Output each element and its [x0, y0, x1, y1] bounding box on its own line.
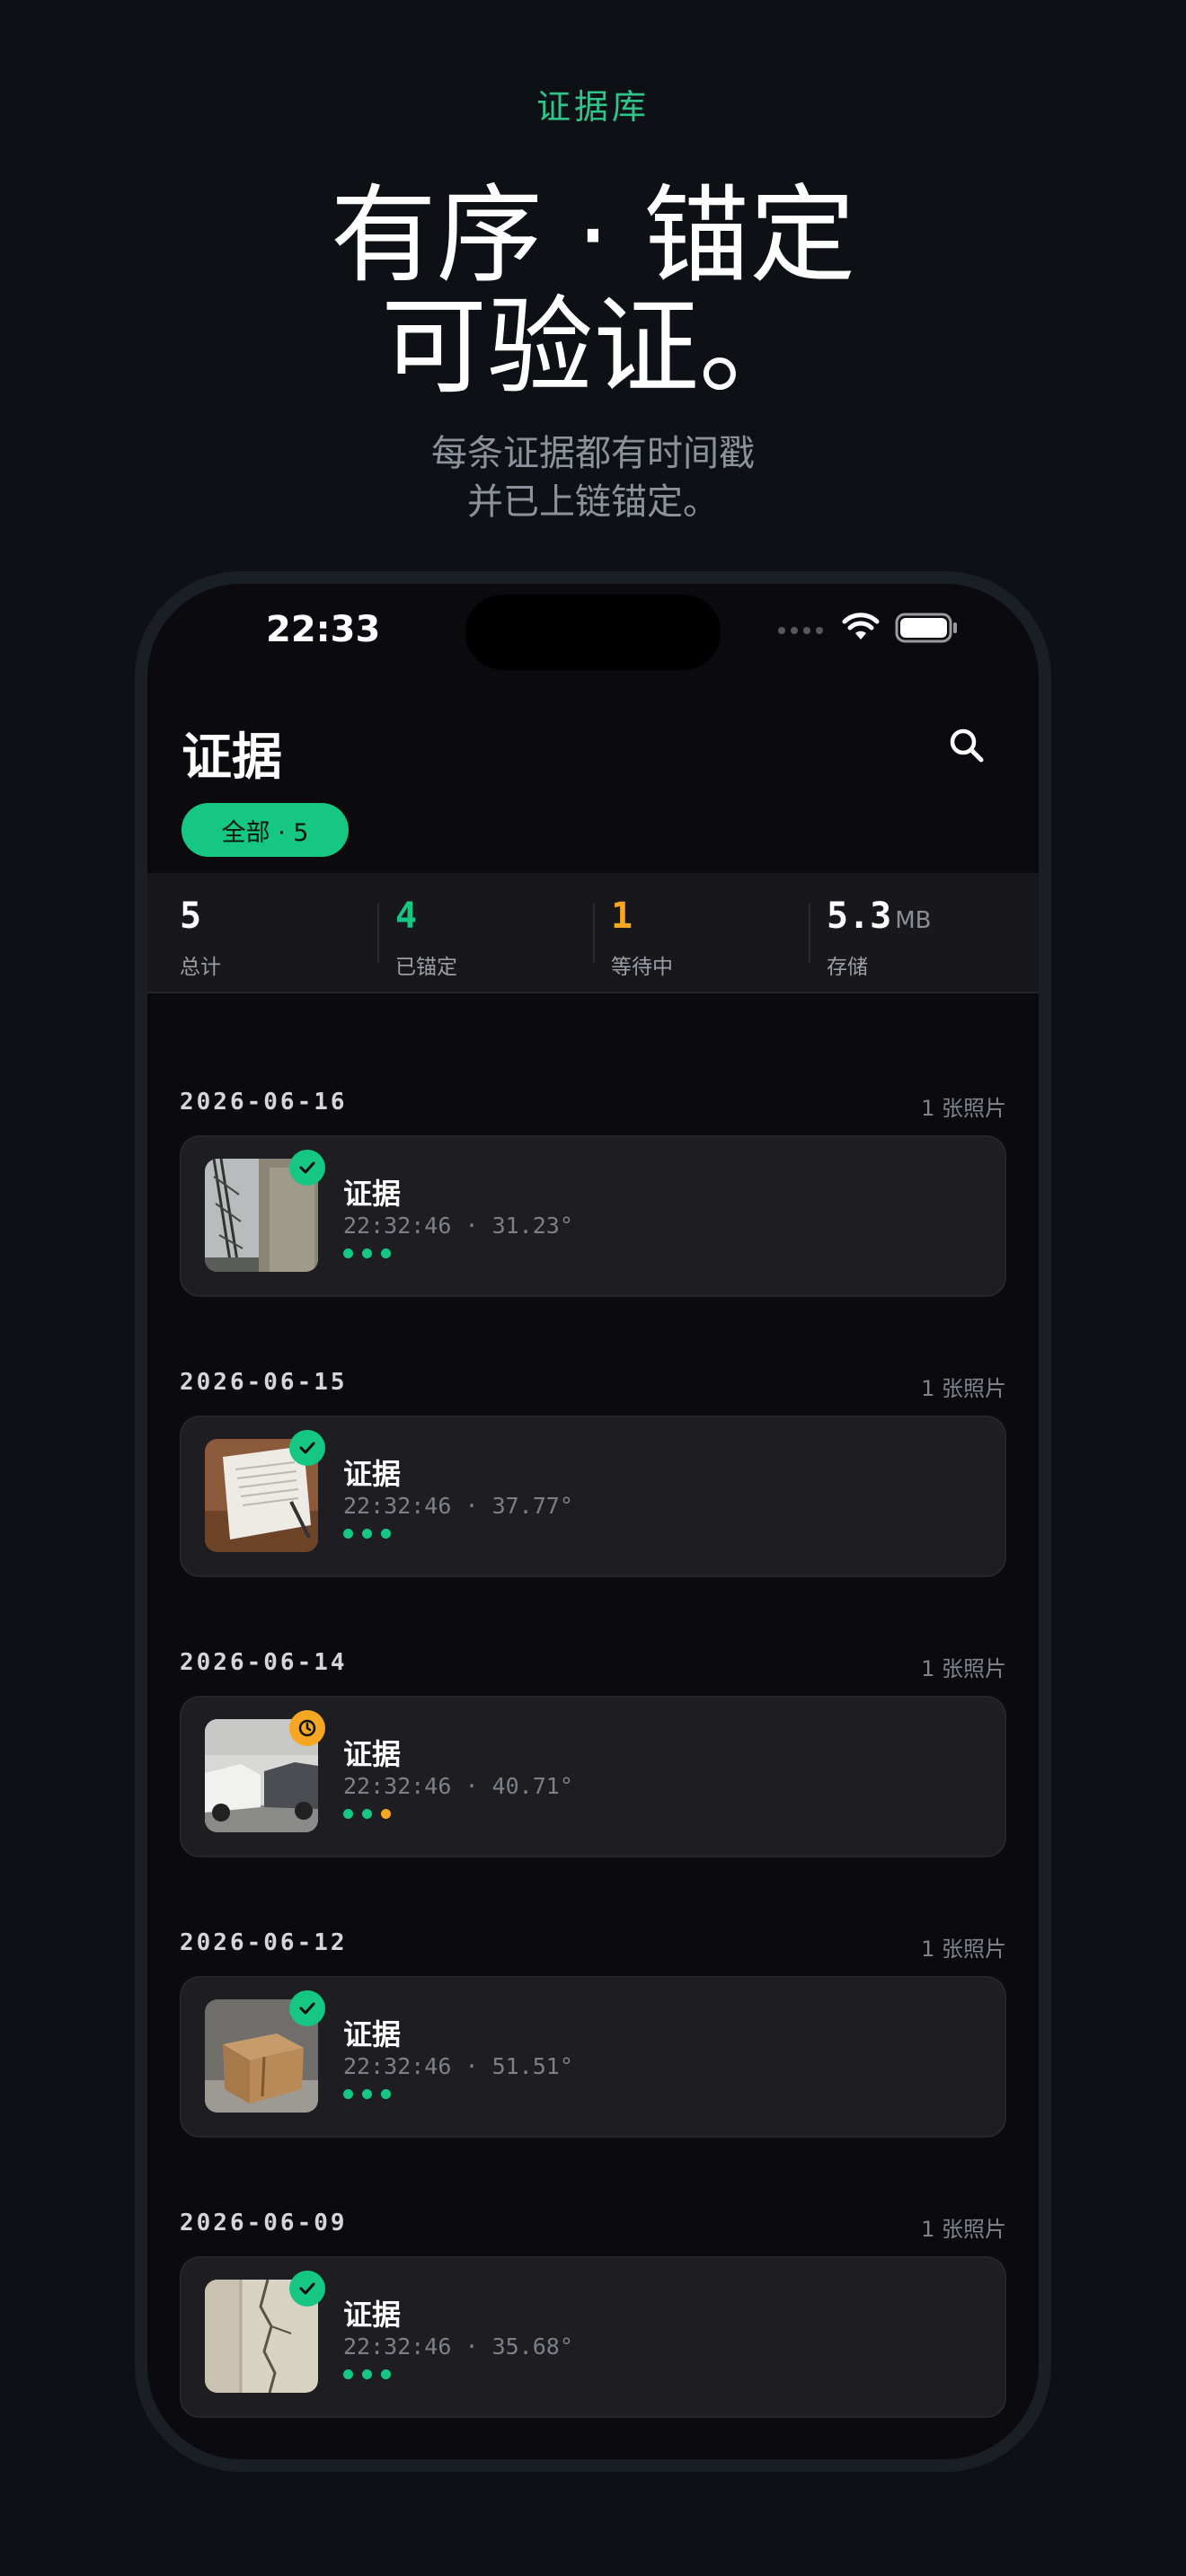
- section-date: 2026-06-14: [180, 1649, 348, 1676]
- dynamic-island: [465, 595, 721, 670]
- section-date: 2026-06-16: [180, 1089, 348, 1116]
- evidence-card[interactable]: 证据 22:32:46 · 35.68°: [180, 2256, 1006, 2418]
- check-icon: [299, 1442, 315, 1454]
- stat-label: 存储: [827, 956, 868, 979]
- evidence-card[interactable]: 证据 22:32:46 · 51.51°: [180, 1976, 1006, 2138]
- progress-dots: [343, 1809, 391, 1819]
- check-icon: [299, 2002, 315, 2015]
- progress-dot: [343, 1248, 353, 1258]
- status-icons: [778, 609, 985, 645]
- headline: 有序 · 锚定 可验证。: [0, 180, 1186, 402]
- search-icon: [950, 728, 984, 763]
- filter-chip-label: 全部 · 5: [221, 818, 309, 847]
- section-photo-count: 1 张照片: [921, 1096, 1006, 1121]
- progress-dots: [343, 1529, 391, 1539]
- stat-storage: 5.3 MB 存储: [827, 896, 932, 980]
- stat-pending: 1 等待中: [611, 896, 673, 980]
- progress-dot: [362, 2369, 372, 2379]
- anchored-badge: [289, 2271, 325, 2307]
- subheadline: 每条证据都有时间戳 并已上链锚定。: [0, 429, 1186, 526]
- phone-screen: 22:33 证据 全部 · 5 5 总计 4 已锚定 1 等待中 5.3 MB …: [147, 584, 1039, 2459]
- progress-dot: [381, 1248, 391, 1258]
- filter-chip-all[interactable]: 全部 · 5: [181, 803, 349, 857]
- evidence-meta: 22:32:46 · 37.77°: [343, 1493, 573, 1519]
- anchored-badge: [289, 1150, 325, 1186]
- stat-label: 已锚定: [395, 956, 457, 979]
- signal-icon: [778, 627, 823, 634]
- progress-dot: [381, 2369, 391, 2379]
- stat-anchored: 4 已锚定: [395, 896, 457, 980]
- pending-badge: [289, 1710, 325, 1746]
- evidence-title: 证据: [343, 1177, 402, 1211]
- section-header: 2026-06-15 1 张照片: [180, 1369, 1006, 1405]
- progress-dot: [343, 1529, 353, 1539]
- page-title: 证据: [181, 728, 282, 787]
- anchored-badge: [289, 1990, 325, 2026]
- check-icon: [299, 2282, 315, 2295]
- phone-frame: 22:33 证据 全部 · 5 5 总计 4 已锚定 1 等待中 5.3 MB …: [135, 571, 1051, 2472]
- evidence-title: 证据: [343, 1457, 402, 1491]
- section-photo-count: 1 张照片: [921, 1376, 1006, 1401]
- stat-value: 4: [395, 895, 418, 937]
- evidence-card[interactable]: 证据 22:32:46 · 40.71°: [180, 1696, 1006, 1857]
- stat-value: 5.3 MB: [827, 895, 932, 937]
- progress-dot: [343, 2089, 353, 2099]
- section-date: 2026-06-12: [180, 1929, 348, 1956]
- clock-icon: [298, 1719, 316, 1737]
- progress-dots: [343, 2089, 391, 2099]
- evidence-title: 证据: [343, 2298, 402, 2332]
- section-photo-count: 1 张照片: [921, 1656, 1006, 1681]
- progress-dots: [343, 1248, 391, 1258]
- section-date: 2026-06-15: [180, 1369, 348, 1396]
- subheadline-line-1: 每条证据都有时间戳: [431, 433, 755, 474]
- evidence-title: 证据: [343, 2017, 402, 2051]
- check-icon: [299, 1161, 315, 1174]
- anchored-badge: [289, 1430, 325, 1466]
- wifi-icon: [842, 613, 880, 640]
- progress-dot: [381, 1529, 391, 1539]
- section-photo-count: 1 张照片: [921, 2217, 1006, 2242]
- stat-divider: [377, 904, 379, 963]
- stat-total: 5 总计: [180, 896, 221, 980]
- subheadline-line-2: 并已上链锚定。: [467, 481, 719, 523]
- evidence-title: 证据: [343, 1737, 402, 1771]
- stat-label: 总计: [180, 956, 221, 979]
- section-header: 2026-06-16 1 张照片: [180, 1089, 1006, 1125]
- stats-bar: 5 总计 4 已锚定 1 等待中 5.3 MB 存储: [147, 873, 1039, 993]
- headline-line-2: 可验证。: [380, 285, 805, 409]
- evidence-card[interactable]: 证据 22:32:46 · 37.77°: [180, 1416, 1006, 1577]
- stat-value: 5: [180, 895, 202, 937]
- stat-divider: [809, 904, 810, 963]
- stat-value: 1: [611, 895, 633, 937]
- progress-dot: [362, 1248, 372, 1258]
- evidence-meta: 22:32:46 · 31.23°: [343, 1213, 573, 1239]
- evidence-card[interactable]: 证据 22:32:46 · 31.23°: [180, 1135, 1006, 1297]
- evidence-meta: 22:32:46 · 35.68°: [343, 2333, 573, 2360]
- stat-label: 等待中: [611, 956, 673, 979]
- section-date: 2026-06-09: [180, 2210, 348, 2236]
- progress-dot: [343, 2369, 353, 2379]
- progress-dot: [343, 1809, 353, 1819]
- section-photo-count: 1 张照片: [921, 1936, 1006, 1962]
- progress-dot: [381, 1809, 391, 1819]
- search-button[interactable]: [945, 724, 988, 767]
- section-header: 2026-06-14 1 张照片: [180, 1649, 1006, 1685]
- status-time: 22:33: [266, 609, 381, 650]
- progress-dot: [362, 1809, 372, 1819]
- progress-dots: [343, 2369, 391, 2379]
- progress-dot: [381, 2089, 391, 2099]
- section-header: 2026-06-12 1 张照片: [180, 1929, 1006, 1965]
- eyebrow-label: 证据库: [535, 87, 650, 127]
- progress-dot: [362, 1529, 372, 1539]
- section-header: 2026-06-09 1 张照片: [180, 2210, 1006, 2245]
- evidence-meta: 22:32:46 · 51.51°: [343, 2053, 573, 2079]
- stat-divider: [593, 904, 595, 963]
- headline-line-1: 有序 · 锚定: [330, 173, 856, 297]
- battery-icon: [895, 613, 957, 643]
- evidence-meta: 22:32:46 · 40.71°: [343, 1773, 573, 1799]
- progress-dot: [362, 2089, 372, 2099]
